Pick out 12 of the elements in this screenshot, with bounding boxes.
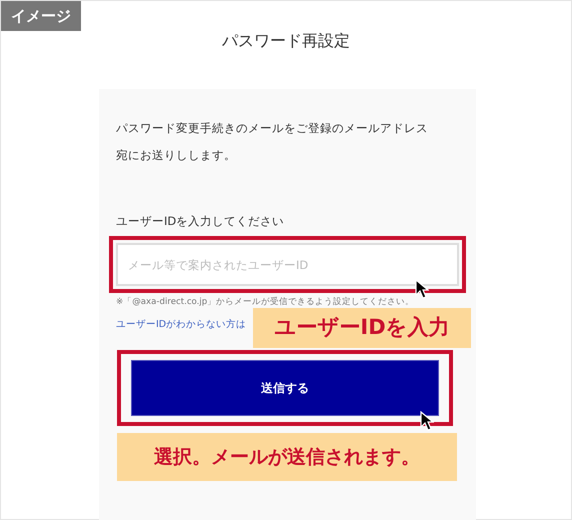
intro-text: パスワード変更手続きのメールをご登録のメールアドレス宛にお送りしします。: [116, 120, 429, 164]
help-link[interactable]: ユーザーIDがわからない方は: [116, 318, 246, 332]
cursor-icon: [420, 411, 434, 431]
field-label: ユーザーIDを入力してください: [116, 213, 286, 230]
callout: 選択。メールが送信されます。: [117, 433, 457, 481]
user-id-field[interactable]: メール等で案内されたユーザーID: [116, 243, 459, 286]
image-label: イメージ: [1, 1, 81, 31]
submit-button[interactable]: 送信する: [131, 360, 439, 416]
callout: ユーザーIDを入力: [253, 308, 471, 348]
page-title: パスワード再設定: [222, 31, 350, 50]
cursor-icon: [415, 279, 429, 299]
note-text: ※「@axa-direct.co.jp」からメールが受信できるよう設定してください。: [116, 296, 416, 308]
